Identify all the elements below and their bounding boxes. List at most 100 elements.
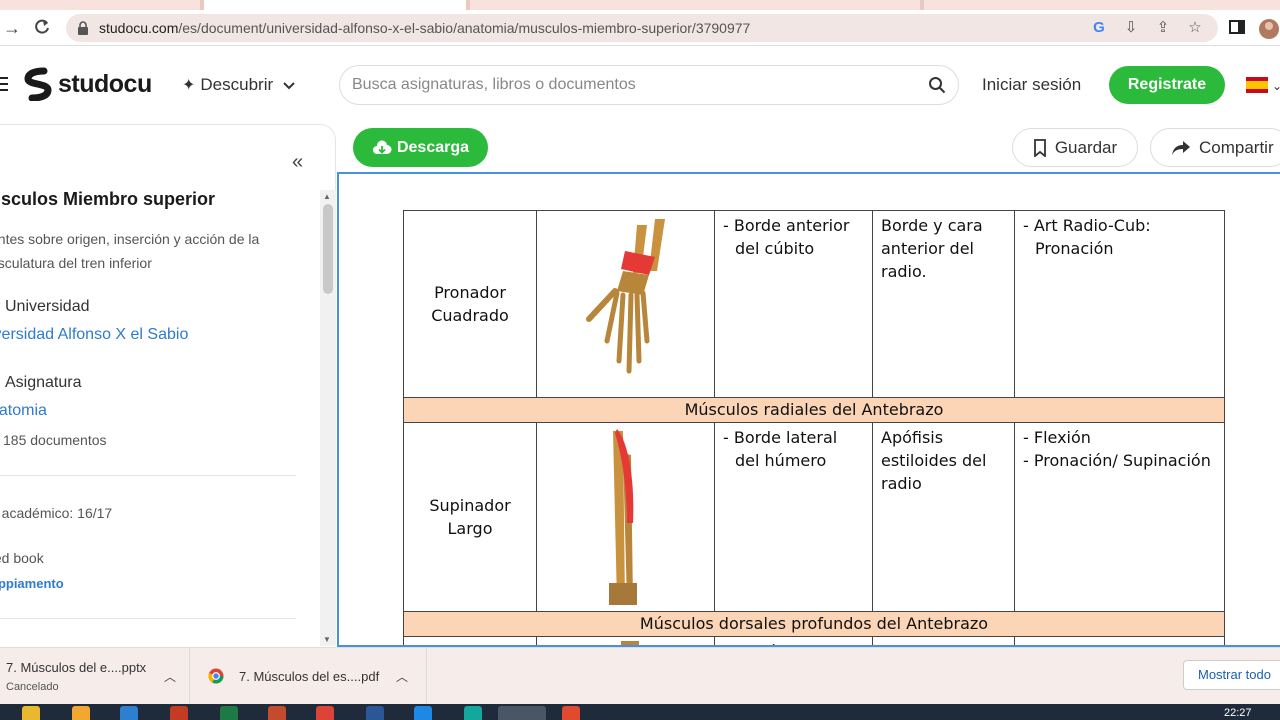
studocu-logo-icon bbox=[24, 67, 52, 101]
search-input[interactable]: Busca asignaturas, libros o documentos bbox=[339, 65, 959, 105]
lock-icon bbox=[78, 21, 88, 35]
browser-tab[interactable] bbox=[924, 0, 1280, 10]
muscle-table: Pronador Cuadrado - Borde anterior del c… bbox=[403, 210, 1225, 645]
subject-link[interactable]: natomia bbox=[0, 402, 47, 420]
logo-text: studocu bbox=[58, 69, 152, 98]
url-text: studocu.com/es/document/universidad-alfo… bbox=[99, 20, 751, 36]
side-panel-icon[interactable] bbox=[1228, 18, 1248, 38]
install-icon[interactable]: ⇩ bbox=[1122, 19, 1140, 37]
taskbar-clock[interactable]: 22:27 bbox=[1224, 707, 1252, 719]
register-button[interactable]: Registrate bbox=[1109, 66, 1225, 104]
section-header: Músculos dorsales profundos del Antebraz… bbox=[403, 611, 1225, 637]
studocu-logo[interactable]: studocu bbox=[22, 67, 152, 101]
muscle-name: Pronador Cuadrado bbox=[403, 210, 537, 398]
action-cell: - Art Radio-Cub: Pronación bbox=[1014, 210, 1225, 398]
related-book-link[interactable]: oppiamento bbox=[0, 576, 64, 591]
academic-year: o académico: 16/17 bbox=[0, 505, 113, 521]
search-placeholder: Busca asignaturas, libros o documentos bbox=[352, 76, 636, 93]
bookmark-star-icon[interactable]: ☆ bbox=[1186, 19, 1204, 37]
divider bbox=[0, 618, 296, 619]
origin-cell: - Borde anterior del cúbito bbox=[714, 210, 873, 398]
chevron-down-icon bbox=[283, 82, 295, 90]
origin-cell: - Epicóndilo bbox=[714, 636, 873, 645]
taskbar-app-icon[interactable] bbox=[562, 706, 580, 720]
chrome-icon bbox=[208, 668, 224, 684]
muscle-name: Supinador Largo bbox=[403, 422, 537, 612]
insertion-cell: Cara anterior bbox=[872, 636, 1015, 645]
taskbar-app-icon[interactable] bbox=[120, 706, 138, 720]
forward-icon[interactable]: → bbox=[2, 18, 22, 38]
download-filename: 7. Músculos del es....pdf bbox=[239, 669, 380, 684]
browser-tab-active[interactable] bbox=[204, 0, 466, 10]
taskbar-app-icon[interactable] bbox=[414, 706, 432, 720]
sparkle-icon: ✦ bbox=[182, 77, 196, 94]
windows-taskbar: 22:27 bbox=[0, 704, 1280, 720]
share-page-icon[interactable]: ⇪ bbox=[1154, 19, 1172, 37]
section-row: Músculos dorsales profundos del Antebraz… bbox=[403, 611, 1225, 637]
table-row: Pronador Cuadrado - Borde anterior del c… bbox=[403, 210, 1225, 398]
menu-icon[interactable] bbox=[0, 77, 8, 91]
collapse-sidebar-icon[interactable]: « bbox=[292, 151, 303, 174]
download-item-pdf[interactable]: 7. Músculos del es....pdf ︿ bbox=[190, 648, 427, 705]
muscle-name bbox=[403, 636, 537, 645]
chrome-taskbar-icon-active[interactable] bbox=[498, 706, 546, 720]
browser-tab-strip bbox=[0, 0, 1280, 10]
insertion-cell: Apófisis estiloides del radio bbox=[872, 422, 1015, 612]
browser-tab[interactable] bbox=[470, 0, 920, 10]
table-row: Supinador Largo - Borde lateral del húme… bbox=[403, 422, 1225, 612]
chrome-taskbar-icon[interactable] bbox=[316, 706, 334, 720]
subject-label: Asignatura bbox=[5, 374, 82, 391]
discover-label: Descubrir bbox=[200, 75, 274, 94]
pronator-quadratus-illustration bbox=[536, 210, 715, 398]
address-bar[interactable]: studocu.com/es/document/universidad-alfo… bbox=[66, 14, 1218, 42]
google-icon[interactable]: G bbox=[1090, 19, 1108, 37]
document-description: untes sobre origen, inserción y acción d… bbox=[0, 231, 260, 271]
university-link[interactable]: iversidad Alfonso X el Sabio bbox=[0, 326, 188, 344]
origin-cell: - Borde lateral del húmero bbox=[714, 422, 873, 612]
share-label: Compartir bbox=[1199, 137, 1274, 157]
save-button[interactable]: Guardar bbox=[1012, 128, 1138, 167]
share-button[interactable]: Compartir bbox=[1150, 128, 1280, 167]
document-sidebar: « usculos Miembro superior untes sobre o… bbox=[0, 124, 336, 646]
cloud-download-icon bbox=[372, 139, 392, 154]
show-all-downloads-button[interactable]: Mostrar todo bbox=[1183, 660, 1280, 690]
insertion-cell: Borde y cara anterior del radio. bbox=[872, 210, 1015, 398]
scroll-up-icon[interactable]: ▲ bbox=[323, 192, 331, 201]
save-label: Guardar bbox=[1054, 137, 1118, 157]
section-header: Músculos radiales del Antebrazo bbox=[403, 397, 1225, 423]
login-link[interactable]: Iniciar sesión bbox=[982, 75, 1081, 95]
search-icon[interactable] bbox=[928, 76, 946, 94]
download-filename: 7. Músculos del e....pptx bbox=[6, 660, 147, 675]
related-book-label: ted book bbox=[0, 550, 44, 566]
reload-icon[interactable] bbox=[32, 18, 52, 38]
chevron-down-icon[interactable]: ⌄ bbox=[1272, 79, 1280, 93]
powerpoint-icon[interactable] bbox=[268, 706, 286, 720]
muscle-illustration bbox=[536, 636, 715, 645]
download-item-pptx[interactable]: 7. Músculos del e....pptx Cancelado ︿ bbox=[0, 648, 190, 705]
document-viewer[interactable]: Pronador Cuadrado - Borde anterior del c… bbox=[337, 172, 1280, 647]
taskbar-app-icon[interactable] bbox=[72, 706, 90, 720]
divider bbox=[0, 475, 296, 476]
discover-menu[interactable]: ✦ Descubrir bbox=[182, 75, 295, 95]
document-title: usculos Miembro superior bbox=[0, 189, 216, 209]
sidebar-scrollbar[interactable]: ▲ ▼ bbox=[320, 190, 336, 646]
excel-icon[interactable] bbox=[220, 706, 238, 720]
download-status: Cancelado bbox=[6, 681, 59, 693]
taskbar-app-icon[interactable] bbox=[464, 706, 482, 720]
chevron-up-icon[interactable]: ︿ bbox=[164, 668, 176, 685]
scroll-down-icon[interactable]: ▼ bbox=[323, 635, 331, 644]
action-cell: - Art. Rad-Cub: bbox=[1014, 636, 1225, 645]
brachioradialis-illustration bbox=[536, 422, 715, 612]
taskbar-app-icon[interactable] bbox=[170, 706, 188, 720]
download-label: Descarga bbox=[396, 138, 470, 156]
browser-tab[interactable] bbox=[0, 0, 200, 10]
profile-avatar[interactable] bbox=[1258, 18, 1279, 39]
spain-flag-icon[interactable] bbox=[1246, 77, 1268, 93]
site-header: studocu ✦ Descubrir Busca asignaturas, l… bbox=[0, 47, 1280, 123]
chevron-up-icon[interactable]: ︿ bbox=[396, 668, 408, 685]
word-icon[interactable] bbox=[366, 706, 384, 720]
table-row: - Epicóndilo Cara anterior - Art. Rad-Cu… bbox=[403, 636, 1225, 645]
scrollbar-thumb[interactable] bbox=[323, 204, 333, 294]
file-explorer-icon[interactable] bbox=[22, 706, 40, 720]
download-button[interactable]: Descarga bbox=[353, 128, 488, 167]
